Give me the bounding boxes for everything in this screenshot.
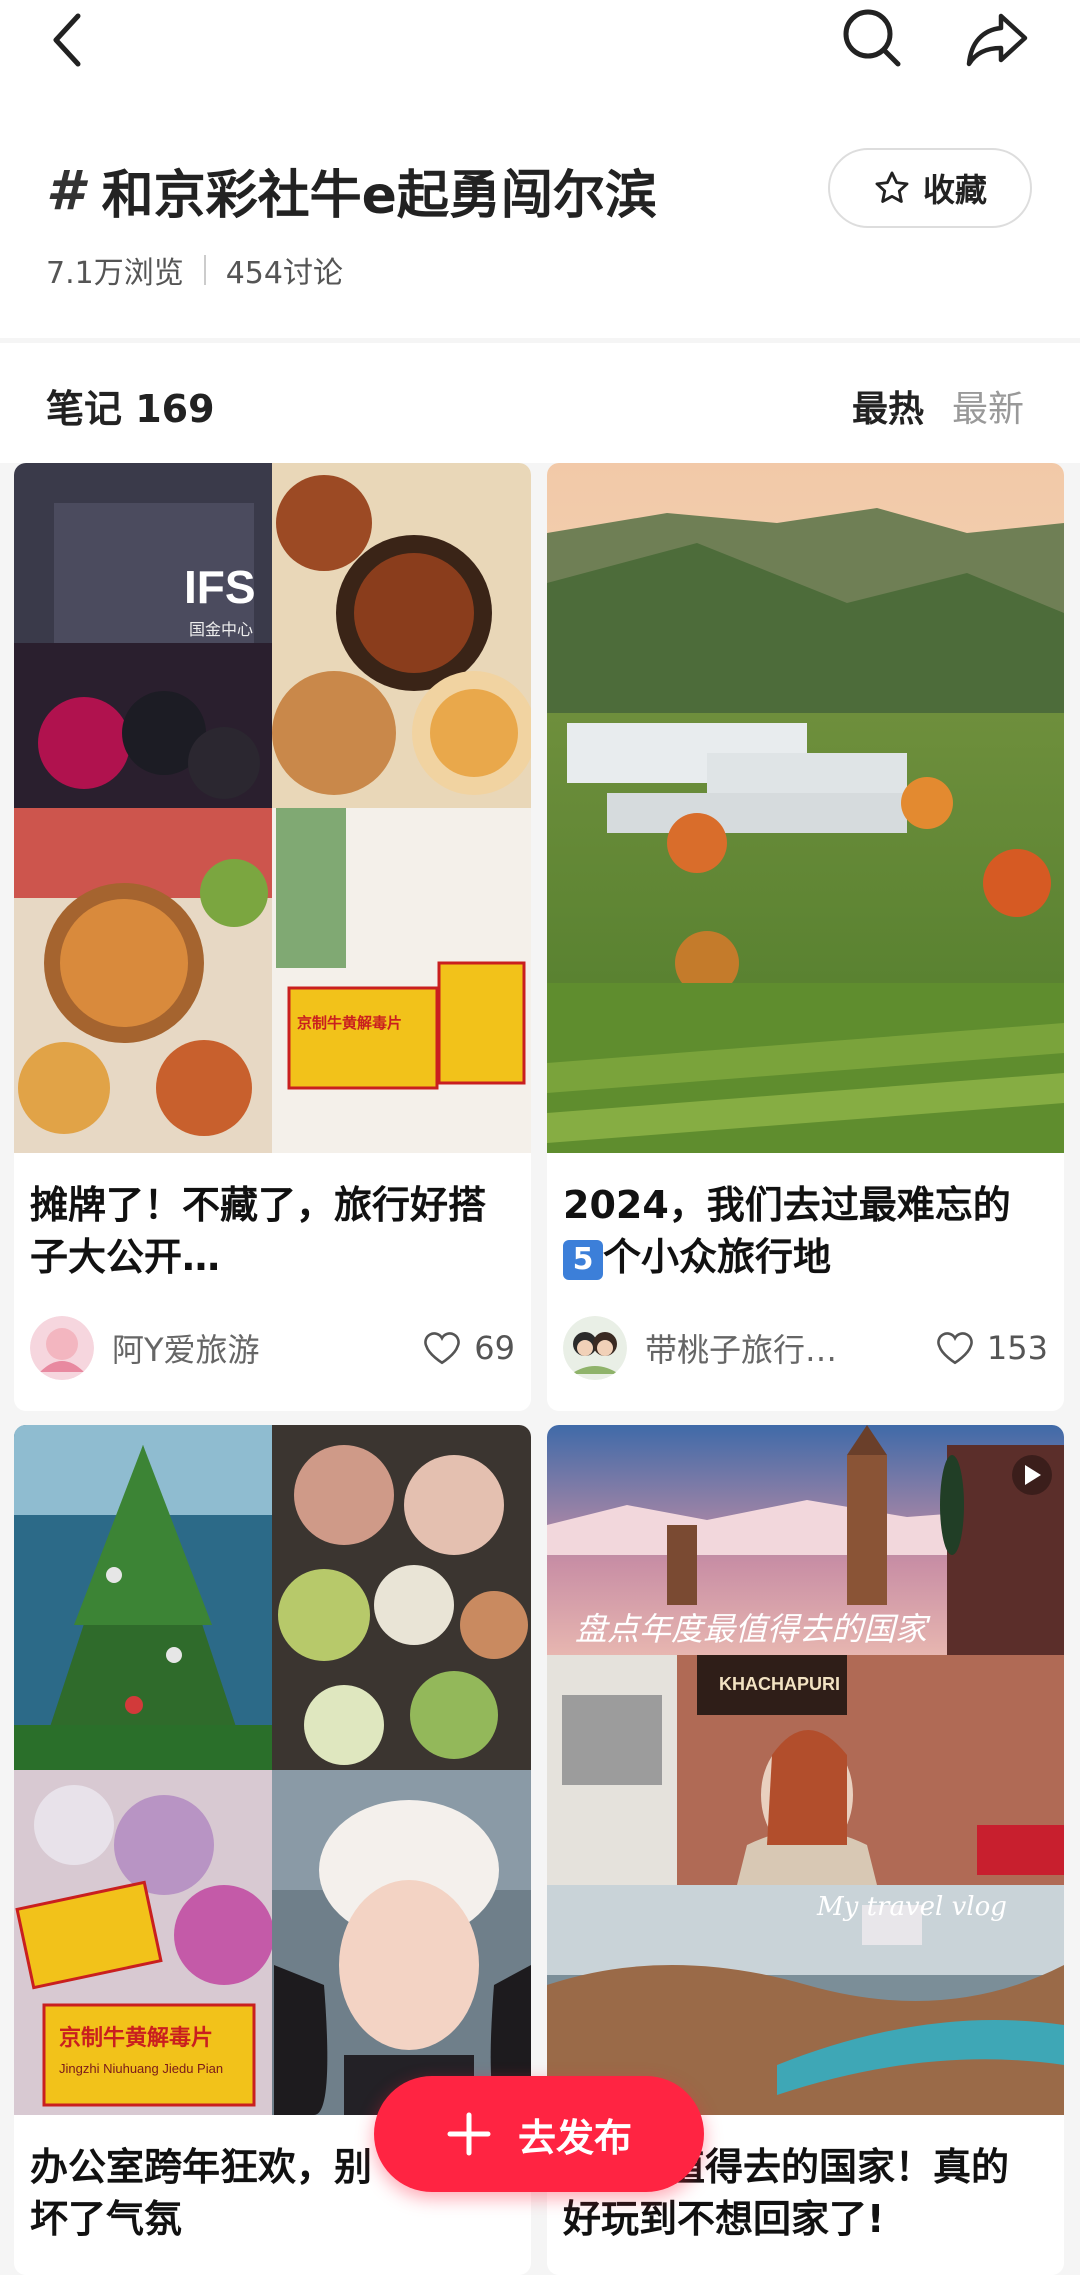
note-cover-image: 盘点年度最值得去的国家 KHACHAPURI My travel vlog — [547, 1425, 1064, 2115]
share-button[interactable] — [965, 6, 1029, 70]
heart-icon — [937, 1332, 973, 1365]
photo-text-vlog: My travel vlog — [816, 1892, 1007, 1922]
note-title: 摊牌了！不藏了，旅行好搭 子大公开… — [30, 1179, 515, 1283]
like-button[interactable]: 69 — [422, 1329, 515, 1367]
avatar[interactable] — [30, 1316, 94, 1380]
photo-text-ifs: IFS — [184, 561, 256, 613]
photo-text-restaurant: KHACHAPURI — [719, 1674, 840, 1694]
heart-icon — [424, 1332, 461, 1365]
like-count: 69 — [474, 1329, 515, 1367]
topic-title-row: # 和京彩社牛e起勇闯尔滨 — [46, 150, 657, 230]
search-icon — [843, 9, 901, 67]
favorite-button[interactable]: 收藏 — [828, 148, 1032, 228]
photo-text-medicine: 京制牛黄解毒片 — [59, 2025, 213, 2051]
note-title-line: 摊牌了！不藏了，旅行好搭 — [30, 1183, 487, 1227]
note-title-line: 5 个小众旅行地 — [563, 1231, 1048, 1283]
page-title: 和京彩社牛e起勇闯尔滨 — [101, 165, 657, 226]
favorite-label: 收藏 — [922, 171, 987, 209]
note-title-line: 2024，我们去过最难忘的 — [563, 1183, 1011, 1227]
note-cover-image: 京制牛黄解毒片 Jingzhi Niuhuang Jiedu Pian — [14, 1425, 531, 2115]
note-title-line: 值得去的国家！真的 — [667, 2145, 1010, 2189]
tab-new[interactable]: 最新 — [952, 380, 1024, 432]
post-button-label: 去发布 — [517, 2115, 632, 2160]
note-title: 值得去的国家！真的 — [667, 2141, 1048, 2193]
search-button[interactable] — [840, 6, 904, 70]
author-row: 带桃子旅行… 153 — [563, 1313, 1048, 1383]
photo-text-mall: 国金中心 — [189, 620, 253, 639]
photo-text-medicine-pinyin: Jingzhi Niuhuang Jiedu Pian — [59, 2061, 223, 2076]
avatar[interactable] — [563, 1316, 627, 1380]
author-row: 阿Y爱旅游 69 — [30, 1313, 515, 1383]
note-title: 2024，我们去过最难忘的 5 个小众旅行地 — [563, 1179, 1048, 1283]
topic-stats: 7.1万浏览 454讨论 — [46, 248, 343, 292]
number-badge: 5 — [563, 1239, 603, 1280]
share-icon — [966, 13, 1028, 67]
note-card[interactable]: IFS 国金中心 京制牛黄解毒片 摊牌了！不藏了，旅行好搭 子大公开… 阿Y爱旅… — [14, 463, 531, 1411]
note-title: 好玩到不想回家了! — [563, 2193, 1048, 2245]
divider — [203, 255, 206, 285]
hashtag-icon: # — [46, 158, 84, 222]
chevron-left-icon — [53, 13, 81, 67]
note-cover-image — [547, 463, 1064, 1153]
note-cover-image: IFS 国金中心 京制牛黄解毒片 — [14, 463, 531, 1153]
like-button[interactable]: 153 — [935, 1329, 1048, 1367]
photo-text-medicine: 京制牛黄解毒片 — [297, 1014, 402, 1032]
tab-hot[interactable]: 最热 — [852, 380, 924, 432]
back-button[interactable] — [36, 8, 100, 72]
note-title-line: 子大公开… — [30, 1235, 221, 1279]
note-card[interactable]: 2024，我们去过最难忘的 5 个小众旅行地 带桃子旅行… 153 — [547, 463, 1064, 1411]
photo-text-headline: 盘点年度最值得去的国家 — [575, 1610, 931, 1648]
author-name[interactable]: 阿Y爱旅游 — [112, 1325, 422, 1371]
discussion-count: 454讨论 — [225, 256, 343, 291]
views-count: 7.1万浏览 — [46, 256, 184, 291]
author-name[interactable]: 带桃子旅行… — [645, 1325, 935, 1371]
notes-count: 笔记 169 — [46, 387, 215, 431]
note-title-line: 好玩到不想回家了! — [563, 2197, 885, 2241]
note-title-line: 坏了气氛 — [30, 2197, 183, 2241]
like-count: 153 — [986, 1329, 1048, 1367]
star-icon — [875, 171, 909, 203]
plus-icon — [447, 2112, 491, 2156]
post-button[interactable]: 去发布 — [374, 2076, 704, 2192]
